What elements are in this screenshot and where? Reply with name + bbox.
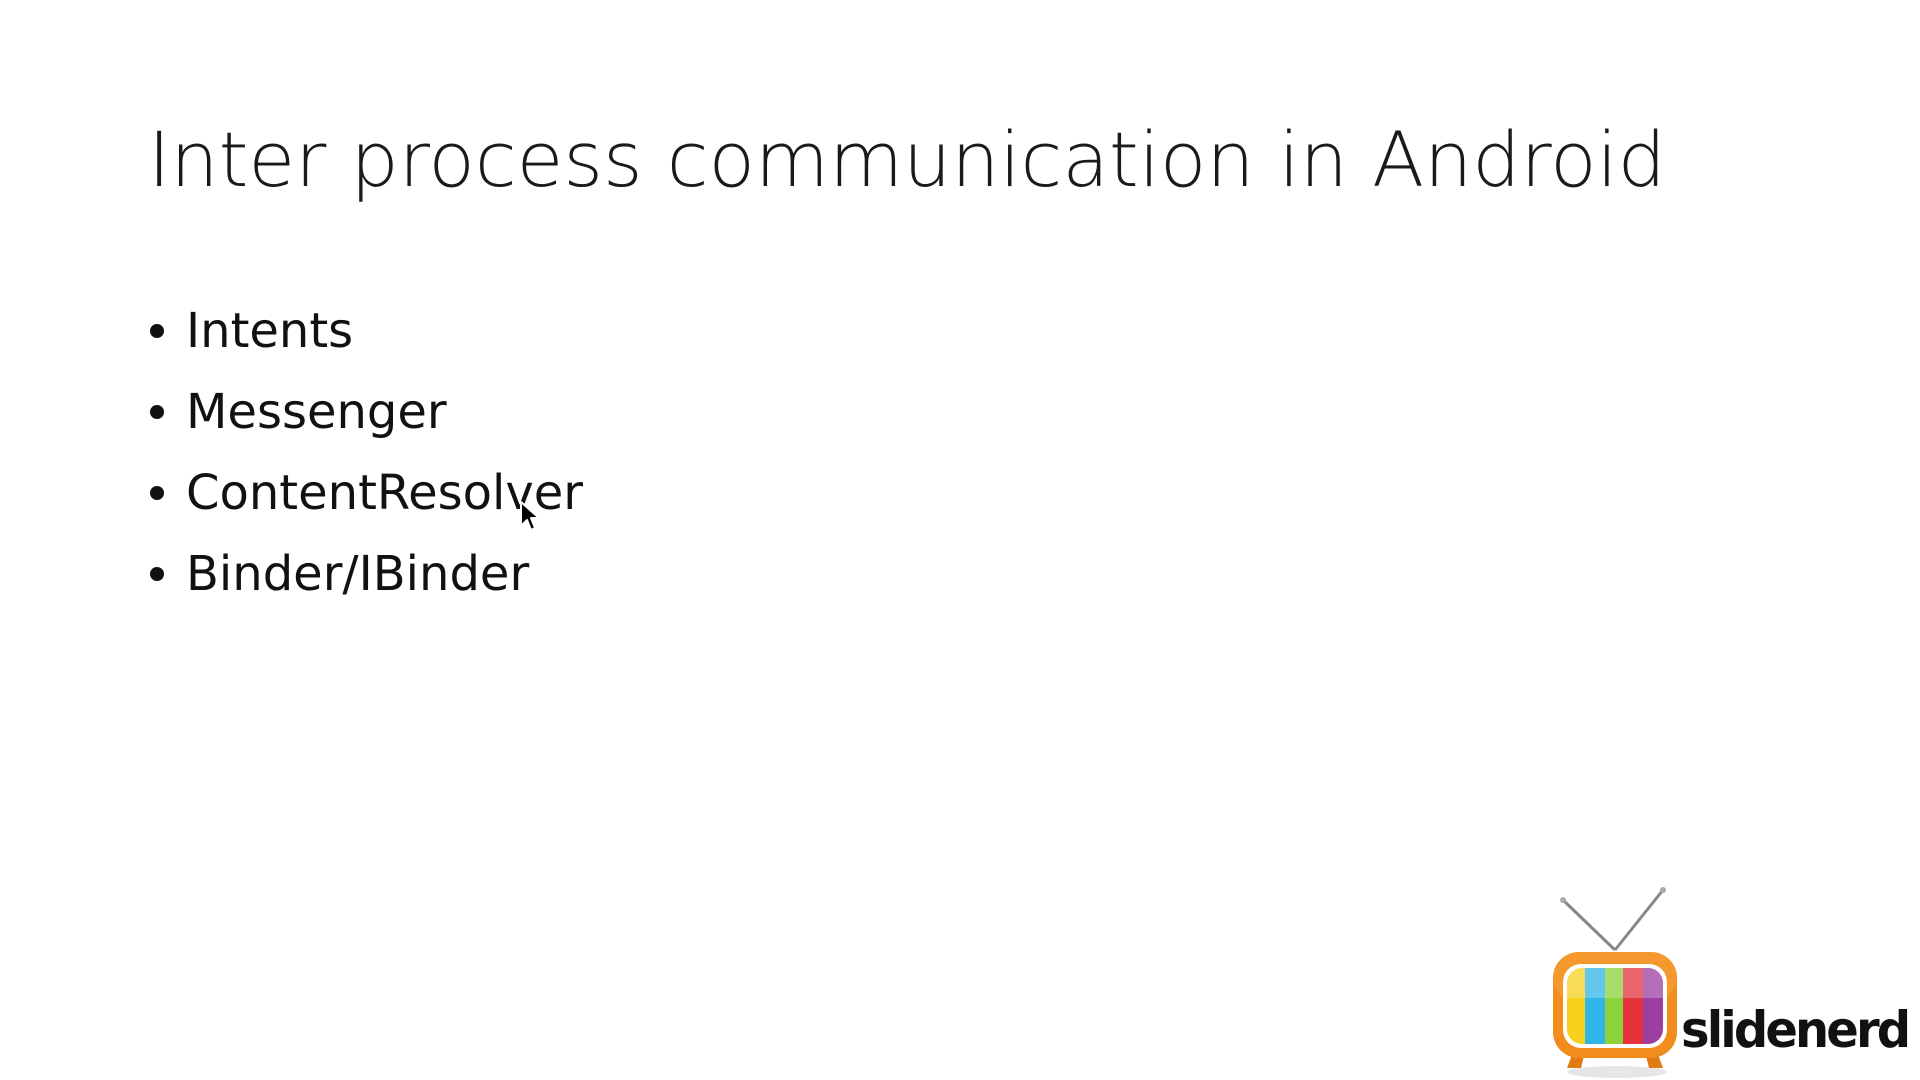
slide-title: Inter process communication in Android xyxy=(148,115,1666,204)
bullet-dot-icon xyxy=(150,485,164,500)
bullet-item-intents: Intents xyxy=(148,290,583,371)
bullet-item-binder: Binder/IBinder xyxy=(148,533,583,614)
bullet-item-contentresolver: ContentResolver xyxy=(148,452,583,533)
logo-text: slidenerd xyxy=(1681,1001,1911,1059)
bullet-item-messenger: Messenger xyxy=(148,371,583,452)
bullet-label: Intents xyxy=(186,302,354,359)
bullet-dot-icon xyxy=(150,404,164,419)
bullet-label: Messenger xyxy=(186,383,447,440)
retro-tv-icon xyxy=(1553,887,1677,1078)
bullet-label: Binder/IBinder xyxy=(186,545,530,602)
slide: Inter process communication in Android I… xyxy=(0,0,1920,1080)
bullet-list: Intents Messenger ContentResolver Binder… xyxy=(148,290,583,614)
bullet-dot-icon xyxy=(150,323,164,338)
mouse-pointer-icon xyxy=(520,501,540,531)
slidenerd-logo: slidenerd xyxy=(1545,880,1915,1080)
bullet-dot-icon xyxy=(150,566,164,581)
